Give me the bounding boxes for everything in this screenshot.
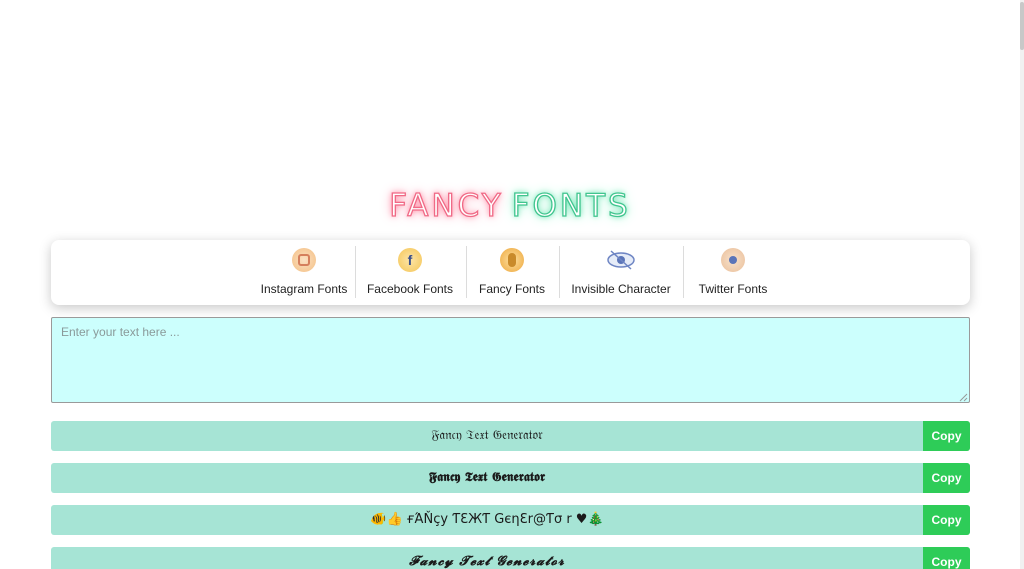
nav-divider xyxy=(559,246,560,298)
font-result-row[interactable]: 𝕱𝖆𝖓𝖈𝖞 𝕿𝖊𝖝𝖙 𝕲𝖊𝖓𝖊𝖗𝖆𝖙𝖔𝖗 Copy xyxy=(51,463,970,493)
nav-divider xyxy=(355,246,356,298)
nav-label: Twitter Fonts xyxy=(698,282,768,296)
nav-item-invisible-character[interactable]: Invisible Character xyxy=(566,248,676,300)
font-result-text: 𝓕𝓪𝓷𝓬𝔂 𝓣𝓮𝔁𝓽 𝓖𝓮𝓷𝓮𝓻𝓪𝓽𝓸𝓻 xyxy=(409,554,565,569)
nav-item-twitter-fonts[interactable]: Twitter Fonts xyxy=(693,248,773,300)
copy-button[interactable]: Copy xyxy=(923,547,970,569)
nav-item-facebook-fonts[interactable]: f Facebook Fonts xyxy=(362,248,458,300)
nav-item-fancy-fonts[interactable]: Fancy Fonts xyxy=(472,248,552,300)
logo-word-fancy: FANCY xyxy=(389,187,504,224)
font-result-text: 𝔉𝔞𝔫𝔠𝔶 𝔗𝔢𝔵𝔱 𝔊𝔢𝔫𝔢𝔯𝔞𝔱𝔬𝔯 xyxy=(431,428,543,443)
site-logo[interactable]: FANCY FONTS xyxy=(0,187,1020,224)
page-scrollbar[interactable] xyxy=(1020,0,1024,569)
nav-label: Facebook Fonts xyxy=(366,282,454,296)
font-result-row[interactable]: 𝓕𝓪𝓷𝓬𝔂 𝓣𝓮𝔁𝓽 𝓖𝓮𝓷𝓮𝓻𝓪𝓽𝓸𝓻 Copy xyxy=(51,547,970,569)
eye-icon xyxy=(606,248,636,272)
text-input[interactable] xyxy=(51,317,970,403)
twitter-icon xyxy=(721,248,745,272)
copy-button[interactable]: Copy xyxy=(923,463,970,493)
nav-divider xyxy=(466,246,467,298)
font-result-row[interactable]: 🐠👍 ғΆŇçу ƬƐЖƬ GєηƐr@Ƭσ r ♥🎄 Copy xyxy=(51,505,970,535)
nav-label: Fancy Fonts xyxy=(478,282,546,296)
nav-divider xyxy=(683,246,684,298)
logo-word-fonts: FONTS xyxy=(511,187,631,224)
instagram-icon xyxy=(292,248,316,272)
scrollbar-thumb[interactable] xyxy=(1020,2,1024,50)
fancy-fonts-icon xyxy=(500,248,524,272)
font-result-text: 🐠👍 ғΆŇçу ƬƐЖƬ GєηƐr@Ƭσ r ♥🎄 xyxy=(370,512,604,527)
font-category-nav: Instagram Fonts f Facebook Fonts Fancy F… xyxy=(51,240,970,305)
copy-button[interactable]: Copy xyxy=(923,505,970,535)
nav-label: Invisible Character xyxy=(571,282,671,296)
font-result-row[interactable]: 𝔉𝔞𝔫𝔠𝔶 𝔗𝔢𝔵𝔱 𝔊𝔢𝔫𝔢𝔯𝔞𝔱𝔬𝔯 Copy xyxy=(51,421,970,451)
nav-item-instagram-fonts[interactable]: Instagram Fonts xyxy=(254,248,354,300)
facebook-icon: f xyxy=(398,248,422,272)
resize-grip-icon[interactable] xyxy=(959,393,968,402)
font-result-text: 𝕱𝖆𝖓𝖈𝖞 𝕿𝖊𝖝𝖙 𝕲𝖊𝖓𝖊𝖗𝖆𝖙𝖔𝖗 xyxy=(429,470,545,485)
copy-button[interactable]: Copy xyxy=(923,421,970,451)
nav-label: Instagram Fonts xyxy=(260,282,348,296)
